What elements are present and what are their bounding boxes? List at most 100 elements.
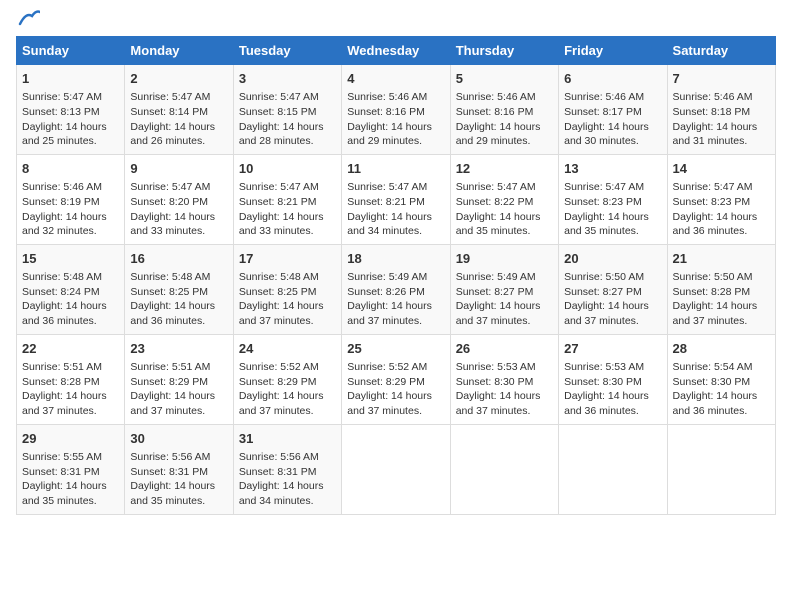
calendar-cell: 24 Sunrise: 5:52 AMSunset: 8:29 PMDayligh…: [233, 334, 341, 424]
calendar-cell: 12Sunrise: 5:47 AMSunset: 8:22 PMDayligh…: [450, 154, 558, 244]
cell-content: Sunrise: 5:47 AMSunset: 8:13 PMDaylight:…: [22, 90, 119, 149]
day-number: 10: [239, 160, 336, 178]
calendar-cell: 4 Sunrise: 5:46 AMSunset: 8:16 PMDaylight…: [342, 65, 450, 155]
cell-content: Sunrise: 5:51 AMSunset: 8:29 PMDaylight:…: [130, 360, 227, 419]
cell-content: Sunrise: 5:56 AMSunset: 8:31 PMDaylight:…: [130, 450, 227, 509]
cell-content: Sunrise: 5:47 AMSunset: 8:23 PMDaylight:…: [673, 180, 770, 239]
calendar-week-row: 22Sunrise: 5:51 AMSunset: 8:28 PMDayligh…: [17, 334, 776, 424]
day-number: 21: [673, 250, 770, 268]
cell-content: Sunrise: 5:47 AMSunset: 8:20 PMDaylight:…: [130, 180, 227, 239]
cell-content: Sunrise: 5:46 AMSunset: 8:16 PMDaylight:…: [456, 90, 553, 149]
calendar-cell: 16Sunrise: 5:48 AMSunset: 8:25 PMDayligh…: [125, 244, 233, 334]
calendar-cell: 20 Sunrise: 5:50 AMSunset: 8:27 PMDayligh…: [559, 244, 667, 334]
day-number: 16: [130, 250, 227, 268]
calendar-cell: 17Sunrise: 5:48 AMSunset: 8:25 PMDayligh…: [233, 244, 341, 334]
cell-content: Sunrise: 5:46 AMSunset: 8:19 PMDaylight:…: [22, 180, 119, 239]
calendar-cell: 2 Sunrise: 5:47 AMSunset: 8:14 PMDaylight…: [125, 65, 233, 155]
day-header-friday: Friday: [559, 37, 667, 65]
day-number: 31: [239, 430, 336, 448]
page-header: [16, 16, 776, 26]
cell-content: Sunrise: 5:49 AMSunset: 8:26 PMDaylight:…: [347, 270, 444, 329]
calendar-cell: 9 Sunrise: 5:47 AMSunset: 8:20 PMDaylight…: [125, 154, 233, 244]
cell-content: Sunrise: 5:56 AMSunset: 8:31 PMDaylight:…: [239, 450, 336, 509]
calendar-cell: 14Sunrise: 5:47 AMSunset: 8:23 PMDayligh…: [667, 154, 775, 244]
day-number: 29: [22, 430, 119, 448]
calendar-cell: [342, 424, 450, 514]
cell-content: Sunrise: 5:47 AMSunset: 8:22 PMDaylight:…: [456, 180, 553, 239]
calendar-cell: 1 Sunrise: 5:47 AMSunset: 8:13 PMDaylight…: [17, 65, 125, 155]
cell-content: Sunrise: 5:47 AMSunset: 8:14 PMDaylight:…: [130, 90, 227, 149]
day-header-wednesday: Wednesday: [342, 37, 450, 65]
calendar-cell: 26Sunrise: 5:53 AMSunset: 8:30 PMDayligh…: [450, 334, 558, 424]
day-number: 13: [564, 160, 661, 178]
calendar-cell: 29Sunrise: 5:55 AMSunset: 8:31 PMDayligh…: [17, 424, 125, 514]
cell-content: Sunrise: 5:54 AMSunset: 8:30 PMDaylight:…: [673, 360, 770, 419]
calendar-cell: 30Sunrise: 5:56 AMSunset: 8:31 PMDayligh…: [125, 424, 233, 514]
cell-content: Sunrise: 5:46 AMSunset: 8:16 PMDaylight:…: [347, 90, 444, 149]
day-header-thursday: Thursday: [450, 37, 558, 65]
day-number: 8: [22, 160, 119, 178]
calendar-cell: 15 Sunrise: 5:48 AMSunset: 8:24 PMDayligh…: [17, 244, 125, 334]
day-header-saturday: Saturday: [667, 37, 775, 65]
cell-content: Sunrise: 5:47 AMSunset: 8:21 PMDaylight:…: [347, 180, 444, 239]
calendar-week-row: 1 Sunrise: 5:47 AMSunset: 8:13 PMDaylight…: [17, 65, 776, 155]
logo-bird-icon: [18, 10, 40, 26]
calendar-table: SundayMondayTuesdayWednesdayThursdayFrid…: [16, 36, 776, 515]
day-number: 1: [22, 70, 119, 88]
day-header-sunday: Sunday: [17, 37, 125, 65]
cell-content: Sunrise: 5:52 AMSunset: 8:29 PMDaylight:…: [347, 360, 444, 419]
day-number: 25: [347, 340, 444, 358]
cell-content: Sunrise: 5:50 AMSunset: 8:27 PMDaylight:…: [564, 270, 661, 329]
logo: [16, 16, 40, 26]
day-number: 4: [347, 70, 444, 88]
calendar-week-row: 8 Sunrise: 5:46 AMSunset: 8:19 PMDaylight…: [17, 154, 776, 244]
calendar-cell: 23 Sunrise: 5:51 AMSunset: 8:29 PMDayligh…: [125, 334, 233, 424]
day-number: 9: [130, 160, 227, 178]
day-number: 6: [564, 70, 661, 88]
cell-content: Sunrise: 5:48 AMSunset: 8:25 PMDaylight:…: [239, 270, 336, 329]
calendar-cell: 22Sunrise: 5:51 AMSunset: 8:28 PMDayligh…: [17, 334, 125, 424]
calendar-week-row: 29Sunrise: 5:55 AMSunset: 8:31 PMDayligh…: [17, 424, 776, 514]
calendar-cell: 31 Sunrise: 5:56 AMSunset: 8:31 PMDayligh…: [233, 424, 341, 514]
day-number: 2: [130, 70, 227, 88]
calendar-cell: 27 Sunrise: 5:53 AMSunset: 8:30 PMDayligh…: [559, 334, 667, 424]
cell-content: Sunrise: 5:49 AMSunset: 8:27 PMDaylight:…: [456, 270, 553, 329]
calendar-cell: [667, 424, 775, 514]
day-number: 28: [673, 340, 770, 358]
cell-content: Sunrise: 5:46 AMSunset: 8:17 PMDaylight:…: [564, 90, 661, 149]
calendar-header-row: SundayMondayTuesdayWednesdayThursdayFrid…: [17, 37, 776, 65]
calendar-cell: [559, 424, 667, 514]
cell-content: Sunrise: 5:53 AMSunset: 8:30 PMDaylight:…: [564, 360, 661, 419]
calendar-cell: 6 Sunrise: 5:46 AMSunset: 8:17 PMDaylight…: [559, 65, 667, 155]
day-number: 23: [130, 340, 227, 358]
cell-content: Sunrise: 5:50 AMSunset: 8:28 PMDaylight:…: [673, 270, 770, 329]
cell-content: Sunrise: 5:47 AMSunset: 8:21 PMDaylight:…: [239, 180, 336, 239]
calendar-cell: 13Sunrise: 5:47 AMSunset: 8:23 PMDayligh…: [559, 154, 667, 244]
cell-content: Sunrise: 5:48 AMSunset: 8:24 PMDaylight:…: [22, 270, 119, 329]
calendar-cell: 21 Sunrise: 5:50 AMSunset: 8:28 PMDayligh…: [667, 244, 775, 334]
day-number: 3: [239, 70, 336, 88]
cell-content: Sunrise: 5:52 AMSunset: 8:29 PMDaylight:…: [239, 360, 336, 419]
day-number: 7: [673, 70, 770, 88]
day-number: 24: [239, 340, 336, 358]
calendar-cell: 18 Sunrise: 5:49 AMSunset: 8:26 PMDayligh…: [342, 244, 450, 334]
calendar-week-row: 15 Sunrise: 5:48 AMSunset: 8:24 PMDayligh…: [17, 244, 776, 334]
calendar-cell: 3 Sunrise: 5:47 AMSunset: 8:15 PMDaylight…: [233, 65, 341, 155]
calendar-cell: 11 Sunrise: 5:47 AMSunset: 8:21 PMDayligh…: [342, 154, 450, 244]
day-header-tuesday: Tuesday: [233, 37, 341, 65]
day-number: 18: [347, 250, 444, 268]
day-number: 20: [564, 250, 661, 268]
day-number: 27: [564, 340, 661, 358]
calendar-cell: 25 Sunrise: 5:52 AMSunset: 8:29 PMDayligh…: [342, 334, 450, 424]
day-number: 15: [22, 250, 119, 268]
calendar-cell: 19Sunrise: 5:49 AMSunset: 8:27 PMDayligh…: [450, 244, 558, 334]
day-number: 26: [456, 340, 553, 358]
day-number: 11: [347, 160, 444, 178]
cell-content: Sunrise: 5:51 AMSunset: 8:28 PMDaylight:…: [22, 360, 119, 419]
calendar-cell: 7 Sunrise: 5:46 AMSunset: 8:18 PMDaylight…: [667, 65, 775, 155]
calendar-cell: 5Sunrise: 5:46 AMSunset: 8:16 PMDaylight…: [450, 65, 558, 155]
cell-content: Sunrise: 5:46 AMSunset: 8:18 PMDaylight:…: [673, 90, 770, 149]
calendar-cell: 28 Sunrise: 5:54 AMSunset: 8:30 PMDayligh…: [667, 334, 775, 424]
day-header-monday: Monday: [125, 37, 233, 65]
cell-content: Sunrise: 5:47 AMSunset: 8:15 PMDaylight:…: [239, 90, 336, 149]
